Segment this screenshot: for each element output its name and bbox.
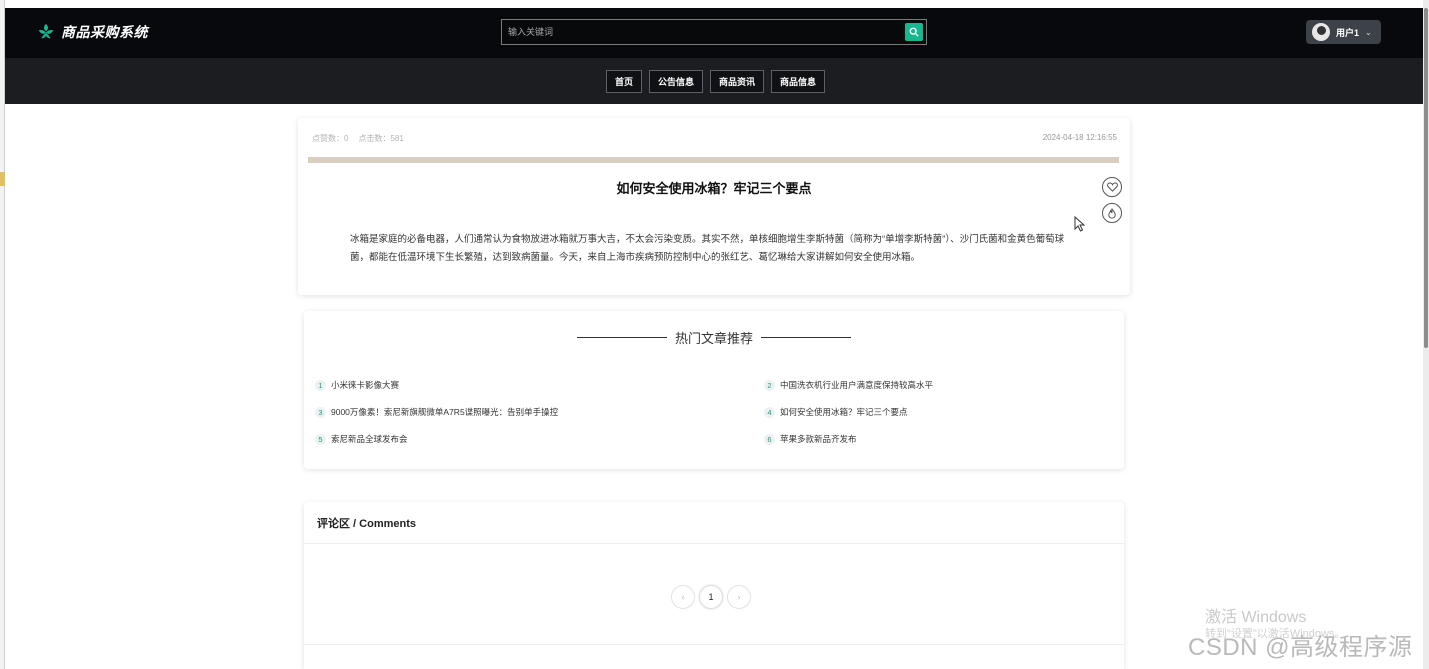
rank-badge: 4 [764, 406, 775, 418]
comments-title: 评论区 / Comments [317, 518, 417, 530]
list-item-label: 索尼新品全球发布会 [331, 434, 408, 444]
browser-viewport: 商品采购系统 用户1 ⌄ 首页 公告信息 [5, 0, 1423, 669]
nav-item-home[interactable]: 首页 [606, 70, 643, 93]
like-button[interactable] [1102, 203, 1122, 223]
heart-icon [1106, 182, 1118, 192]
user-name: 用户1 [1336, 27, 1360, 38]
leaf-logo-icon [38, 23, 54, 39]
article-meta: 点赞数：0 点击数：581 [312, 133, 404, 144]
article-date: 2024-04-18 12:16:55 [1042, 133, 1117, 142]
list-item[interactable]: 5 索尼新品全球发布会 [315, 432, 764, 446]
app-title: 商品采购系统 [61, 24, 148, 40]
list-item[interactable]: 4 如何安全使用冰箱？牢记三个要点 [764, 405, 1115, 419]
list-item-label: 9000万像素！索尼新旗舰微单A7R5谍照曝光：告别单手操控 [331, 407, 559, 417]
hot-articles-title: 热门文章推荐 [674, 331, 753, 346]
list-item-label: 小米徕卡影像大赛 [331, 380, 400, 390]
list-item[interactable]: 3 9000万像素！索尼新旗舰微单A7R5谍照曝光：告别单手操控 [315, 405, 764, 419]
csdn-watermark: CSDN @高级程序源 [1188, 634, 1413, 661]
hot-articles-card: 热门文章推荐 1 小米徕卡影像大赛 2 中国洗衣机行业用户满意度保持较高水平 3… [304, 311, 1124, 469]
user-menu-button[interactable]: 用户1 ⌄ [1306, 20, 1381, 44]
article-body: 冰箱是家庭的必备电器，人们通常认为食物放进冰箱就万事大吉，不太会污染变质。其实不… [350, 234, 1065, 263]
like-count: 点赞数：0 [312, 134, 349, 143]
article-card: 点赞数：0 点击数：581 2024-04-18 12:16:55 如何安全使用… [298, 118, 1130, 295]
rank-badge: 1 [315, 379, 326, 391]
mouse-cursor-icon [1074, 216, 1086, 232]
top-header: 商品采购系统 用户1 ⌄ [5, 8, 1423, 58]
rank-badge: 6 [764, 433, 775, 445]
next-page-button[interactable]: › [727, 585, 751, 609]
pagination: ‹ 1 › [671, 585, 751, 609]
prev-page-button[interactable]: ‹ [671, 585, 695, 609]
windows-activation-watermark: 激活 Windows [1205, 609, 1307, 626]
list-item-label: 苹果多款新品齐发布 [780, 434, 857, 444]
main-nav: 首页 公告信息 商品资讯 商品信息 [5, 58, 1423, 104]
flame-icon [1108, 207, 1116, 219]
divider [304, 644, 1124, 645]
list-item[interactable]: 1 小米徕卡影像大赛 [315, 378, 764, 392]
divider [304, 543, 1124, 544]
logo[interactable]: 商品采购系统 [37, 22, 148, 42]
page-scrollbar[interactable] [1423, 0, 1429, 669]
rank-badge: 3 [315, 406, 326, 418]
nav-item-news[interactable]: 商品资讯 [710, 70, 765, 93]
list-item[interactable]: 6 苹果多款新品齐发布 [764, 432, 1115, 446]
search-input[interactable] [502, 20, 902, 44]
avatar [1312, 23, 1330, 41]
click-count: 点击数：581 [358, 134, 404, 143]
hot-articles-header: 热门文章推荐 [304, 328, 1124, 347]
search-button[interactable] [905, 23, 923, 41]
search-box [501, 19, 927, 45]
title-divider-right [761, 337, 851, 338]
nav-item-announcements[interactable]: 公告信息 [649, 70, 704, 93]
scrollbar-thumb[interactable] [1424, 8, 1428, 348]
rank-badge: 5 [315, 433, 326, 445]
comments-card: 评论区 / Comments ‹ 1 › [304, 502, 1124, 669]
article-title: 如何安全使用冰箱？牢记三个要点 [616, 181, 812, 196]
title-divider-left [576, 337, 667, 338]
hot-articles-list: 1 小米徕卡影像大赛 2 中国洗衣机行业用户满意度保持较高水平 3 9000万像… [315, 378, 1115, 446]
search-icon [909, 27, 919, 37]
list-item-label: 中国洗衣机行业用户满意度保持较高水平 [780, 380, 934, 390]
list-item-label: 如何安全使用冰箱？牢记三个要点 [780, 407, 908, 417]
chevron-down-icon: ⌄ [1365, 27, 1372, 37]
divider-bar [308, 157, 1119, 163]
rank-badge: 2 [764, 379, 775, 391]
page-1-button[interactable]: 1 [699, 585, 723, 609]
list-item[interactable]: 2 中国洗衣机行业用户满意度保持较高水平 [764, 378, 1115, 392]
nav-item-products[interactable]: 商品信息 [771, 70, 826, 93]
favorite-button[interactable] [1102, 177, 1122, 197]
